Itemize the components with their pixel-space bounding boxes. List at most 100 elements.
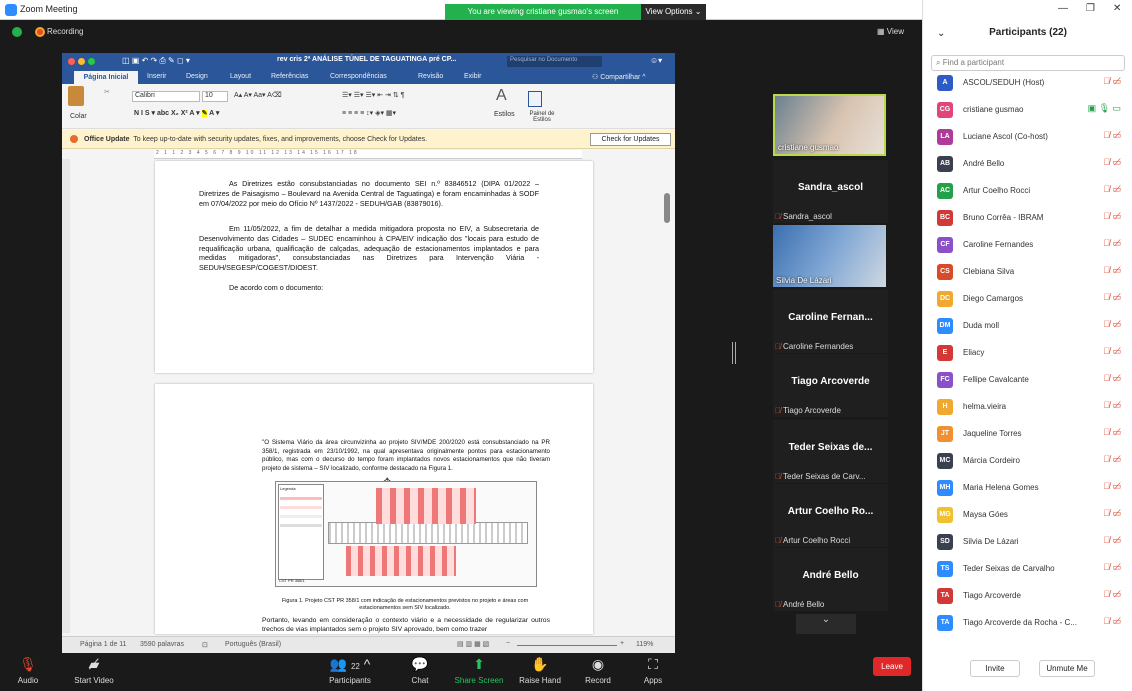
share-button[interactable]: ⚇ Compartilhar ^: [592, 73, 646, 81]
zoom-in-icon[interactable]: +: [620, 640, 624, 647]
mic-muted-icon: 🎙̸: [775, 342, 781, 351]
split-divider-handle[interactable]: [732, 342, 736, 364]
document-search[interactable]: Pesquisar no Documento: [507, 56, 602, 67]
participant-row[interactable]: JT Jaqueline Torres 🎙̸ ▭̸: [923, 421, 1132, 448]
language[interactable]: Português (Brasil): [225, 641, 281, 648]
participant-name: ASCOL/SEDUH (Host): [963, 78, 1045, 87]
maximize-dot-icon[interactable]: [88, 58, 95, 65]
participant-row[interactable]: DC Diego Camargos 🎙̸ ▭̸: [923, 286, 1132, 313]
participant-row[interactable]: MG Maysa Góes 🎙̸ ▭̸: [923, 502, 1132, 529]
word-status-bar: Página 1 de 11 3590 palavras ⊡ Português…: [62, 636, 675, 653]
raise-hand-button[interactable]: ✋ Raise Hand: [510, 656, 570, 685]
styles-pane-icon[interactable]: [528, 91, 542, 107]
zoom-out-icon[interactable]: −: [506, 640, 510, 647]
document-page-1[interactable]: As Diretrizes estão consubstanciadas no …: [155, 161, 593, 373]
participant-row[interactable]: TA Tiago Arcoverde 🎙̸ ▭̸: [923, 583, 1132, 610]
tab-pagina-inicial[interactable]: Página Inicial: [74, 71, 138, 84]
restore-icon[interactable]: ❐: [1086, 3, 1095, 14]
participant-row[interactable]: E Eliacy 🎙̸ ▭̸: [923, 340, 1132, 367]
search-icon: ⌕: [936, 58, 943, 67]
invite-button[interactable]: Invite: [970, 660, 1020, 677]
paste-icon[interactable]: [68, 86, 84, 106]
participant-row[interactable]: BC Bruno Corrêa - IBRAM 🎙̸ ▭̸: [923, 205, 1132, 232]
tab-referencias[interactable]: Referências: [271, 73, 308, 80]
name-tile-artur[interactable]: Artur Coelho Ro... 🎙̸ Artur Coelho Rocci: [773, 484, 888, 547]
paragraph-1: As Diretrizes estão consubstanciadas no …: [199, 179, 539, 208]
format-painter-icon[interactable]: ✂: [104, 88, 110, 96]
security-shield-icon[interactable]: [12, 27, 22, 37]
leave-button[interactable]: Leave: [873, 657, 911, 676]
participant-row[interactable]: TS Teder Seixas de Carvalho 🎙̸ ▭̸: [923, 556, 1132, 583]
tab-layout[interactable]: Layout: [230, 73, 251, 80]
name-tile-andre[interactable]: André Bello 🎙̸ André Bello: [773, 548, 888, 611]
tab-inserir[interactable]: Inserir: [147, 73, 166, 80]
minimize-dot-icon[interactable]: [78, 58, 85, 65]
audio-button[interactable]: 🎙 Audio: [0, 656, 58, 685]
participant-row[interactable]: TA Tiago Arcoverde da Rocha - C... 🎙̸ ▭̸: [923, 610, 1132, 637]
spellcheck-icon[interactable]: ⊡: [202, 641, 208, 649]
participant-row[interactable]: CF Caroline Fernandes 🎙̸ ▭̸: [923, 232, 1132, 259]
vertical-scrollbar[interactable]: [664, 193, 670, 223]
chat-button[interactable]: 💬 Chat: [390, 656, 450, 685]
text-format-buttons[interactable]: N I S ▾ abc X₂ X² A ▾ ✎ A ▾: [134, 109, 219, 117]
name-tile-tiago[interactable]: Tiago Arcoverde 🎙̸ Tiago Arcoverde: [773, 354, 888, 417]
minimize-icon[interactable]: —: [1058, 3, 1068, 14]
apps-button[interactable]: ⛶ Apps: [623, 656, 683, 685]
start-video-button[interactable]: ▰̸ Start Video: [64, 656, 124, 685]
participants-button[interactable]: 👥 22 ^ Participants: [320, 656, 380, 685]
view-mode-icons[interactable]: ▤ ▥ ▦ ▧: [457, 640, 489, 648]
participant-row[interactable]: AC Artur Coelho Rocci 🎙̸ ▭̸: [923, 178, 1132, 205]
smiley-icon[interactable]: ☺▾: [650, 56, 662, 65]
participant-row[interactable]: SD Silvia De Lázari 🎙̸ ▭̸: [923, 529, 1132, 556]
close-icon[interactable]: ✕: [1113, 3, 1121, 14]
gallery-next-chevron-icon[interactable]: ⌄: [796, 614, 856, 634]
participant-status-icons: 🎙̸ ▭̸: [1103, 373, 1121, 383]
font-select[interactable]: Calibri: [132, 91, 200, 102]
list-buttons[interactable]: ☰▾ ☰▾ ☰▾ ⇤ ⇥ ⇅ ¶: [342, 91, 404, 99]
zoom-logo-icon: [5, 4, 17, 16]
name-tile-sandra[interactable]: Sandra_ascol 🎙̸ Sandra_ascol: [773, 160, 888, 223]
find-participant-input[interactable]: ⌕ Find a participant: [931, 55, 1125, 71]
tab-exibir[interactable]: Exibir: [464, 73, 482, 80]
participant-row[interactable]: CS Clebiana Silva 🎙̸ ▭̸: [923, 259, 1132, 286]
tab-revisao[interactable]: Revisão: [418, 73, 443, 80]
grid-icon: ▦: [877, 27, 887, 36]
share-screen-button[interactable]: ⬆ Share Screen: [449, 656, 509, 685]
avatar: AC: [937, 183, 953, 199]
zoom-slider[interactable]: [517, 645, 617, 646]
participant-row[interactable]: DM Duda moll 🎙̸ ▭̸: [923, 313, 1132, 340]
participant-row[interactable]: MC Márcia Cordeiro 🎙̸ ▭̸: [923, 448, 1132, 475]
tab-design[interactable]: Design: [186, 73, 208, 80]
document-page-2[interactable]: "O Sistema Viário da área circunvizinha …: [155, 384, 593, 634]
unmute-me-button[interactable]: Unmute Me: [1039, 660, 1095, 677]
alignment-buttons[interactable]: ≡ ≡ ≡ ≡ ↕▾ ◈▾ ▦▾: [342, 109, 396, 117]
figure-1-map[interactable]: Legenda CST PR 358/1: [275, 481, 537, 587]
close-dot-icon[interactable]: [68, 58, 75, 65]
participant-row[interactable]: CG cristiane gusmao ▣ 🎙 ▭: [923, 97, 1132, 124]
mic-muted-icon: 🎙̸: [775, 406, 781, 415]
apps-icon: ⛶: [648, 656, 658, 672]
record-button[interactable]: ◉ Record: [568, 656, 628, 685]
participant-row[interactable]: MH Maria Helena Gomes 🎙̸ ▭̸: [923, 475, 1132, 502]
view-button[interactable]: ▦ View: [877, 27, 904, 36]
participant-row[interactable]: LA Luciane Ascol (Co-host) 🎙̸ ▭̸: [923, 124, 1132, 151]
ruler[interactable]: 2 1 1 2 3 4 5 6 7 8 9 10 11 12 13 14 15 …: [154, 150, 582, 159]
participant-row[interactable]: A ASCOL/SEDUH (Host) 🎙̸ ▭̸: [923, 70, 1132, 97]
font-size-select[interactable]: 10: [202, 91, 228, 102]
participant-row[interactable]: FC Fellipe Cavalcante 🎙̸ ▭̸: [923, 367, 1132, 394]
font-size-buttons[interactable]: A▴ A▾ Aa▾ A⌫: [234, 91, 282, 99]
video-tile-silvia[interactable]: Silvia De Lázari: [773, 225, 886, 287]
participant-status-icons: 🎙̸ ▭̸: [1103, 589, 1121, 599]
name-tile-caroline[interactable]: Caroline Fernan... 🎙̸ Caroline Fernandes: [773, 290, 888, 353]
check-updates-button[interactable]: Check for Updates: [590, 133, 671, 146]
quick-access-icons[interactable]: ◫ ▣ ↶ ↷ ⎙ ✎ ◻ ▾: [122, 56, 190, 66]
participant-row[interactable]: Hhelma.vieira 🎙̸ ▭̸: [923, 394, 1132, 421]
office-update-text: Office Update To keep up-to-date with se…: [84, 136, 428, 143]
view-options-button[interactable]: View Options ⌄: [641, 4, 706, 20]
video-tile-cristiane[interactable]: cristiane gusmao: [773, 94, 886, 156]
participant-row[interactable]: AB André Bello 🎙̸ ▭̸: [923, 151, 1132, 178]
tab-correspondencias[interactable]: Correspondências: [330, 73, 387, 80]
styles-icon[interactable]: A: [496, 87, 507, 105]
name-tile-teder[interactable]: Teder Seixas de... 🎙̸ Teder Seixas de Car…: [773, 420, 888, 483]
avatar: FC: [937, 372, 953, 388]
